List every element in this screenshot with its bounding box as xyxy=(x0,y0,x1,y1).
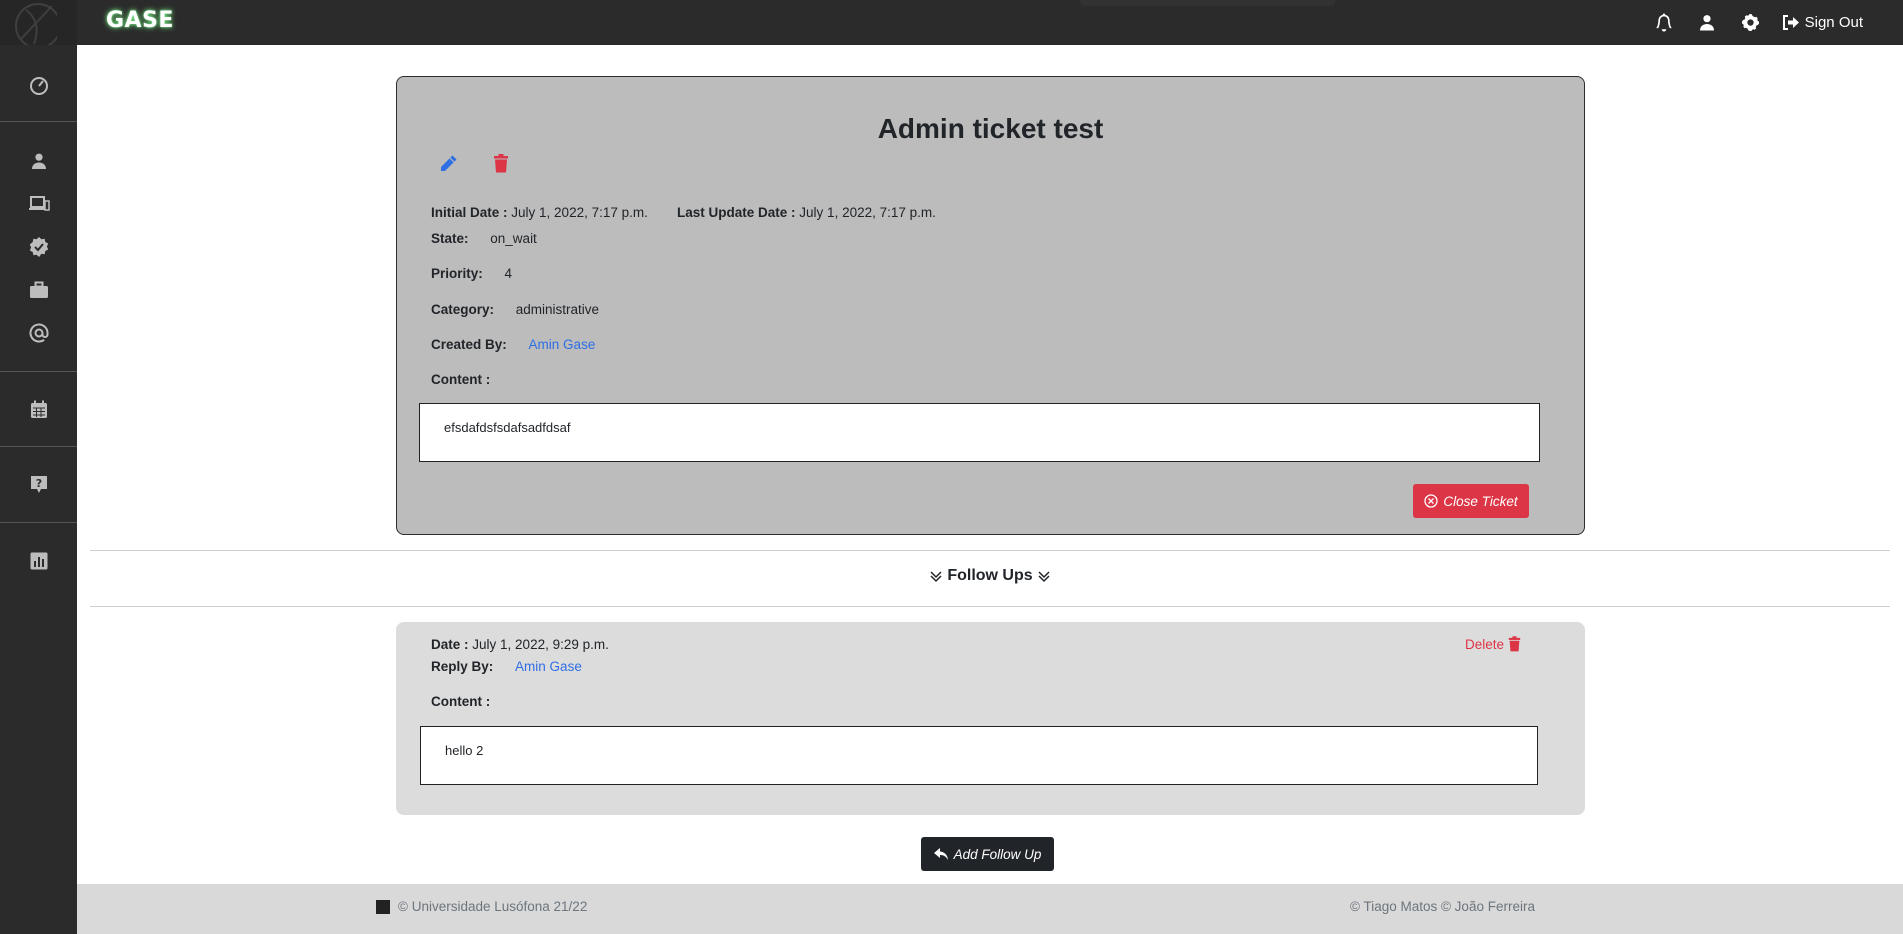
profile-button[interactable] xyxy=(1686,0,1729,45)
sidebar: ? xyxy=(0,45,77,934)
state-value: on_wait xyxy=(490,231,537,246)
trash-icon xyxy=(494,154,508,173)
sidebar-item-calendar[interactable] xyxy=(0,391,77,427)
sidebar-divider xyxy=(0,121,77,122)
footer-copyright: © Universidade Lusófona 21/22 xyxy=(398,899,588,914)
followup-content-box: hello 2 xyxy=(420,726,1538,785)
sign-out-button[interactable]: Sign Out xyxy=(1772,0,1903,45)
badge-check-icon xyxy=(29,237,48,257)
ticket-content-text: efsdafdsfsdafsadfdsaf xyxy=(444,420,571,435)
logo-corner[interactable] xyxy=(0,0,77,45)
followups-heading: Follow Ups xyxy=(0,567,1903,585)
reply-icon xyxy=(933,848,948,860)
followup-card: Date : July 1, 2022, 9:29 p.m. Reply By:… xyxy=(396,622,1585,815)
header-actions: Sign Out xyxy=(1643,0,1903,45)
close-ticket-button[interactable]: Close Ticket xyxy=(1413,484,1529,518)
initial-date-label: Initial Date : xyxy=(431,205,508,220)
followup-content-label: Content : xyxy=(431,694,491,709)
category-value: administrative xyxy=(515,302,600,317)
sign-out-icon xyxy=(1782,15,1799,30)
ticket-content-box: efsdafdsfsdafsadfdsaf xyxy=(419,403,1540,462)
chevron-double-down-icon xyxy=(1038,571,1050,583)
footer-left: © Universidade Lusófona 21/22 xyxy=(376,899,587,914)
footer-authors: © Tiago Matos © João Ferreira xyxy=(1350,899,1535,914)
priority-label: Priority: xyxy=(431,266,483,281)
sidebar-item-help[interactable]: ? xyxy=(0,467,77,503)
state-field: State: on_wait xyxy=(431,231,537,246)
sign-out-label: Sign Out xyxy=(1804,14,1863,31)
bell-icon xyxy=(1656,13,1672,32)
ticket-card: Admin ticket test Initial Date : July 1,… xyxy=(396,76,1585,535)
sidebar-item-devices[interactable] xyxy=(0,186,77,222)
chevron-double-down-icon xyxy=(930,571,942,583)
university-logo-icon xyxy=(376,899,390,914)
state-label: State: xyxy=(431,231,469,246)
sidebar-item-dashboard[interactable] xyxy=(0,67,77,103)
user-icon xyxy=(1700,15,1715,31)
followup-date-value: July 1, 2022, 9:29 p.m. xyxy=(472,637,609,652)
x-circle-icon xyxy=(1424,494,1439,508)
category-field: Category: administrative xyxy=(431,302,599,317)
initial-date-value: July 1, 2022, 7:17 p.m. xyxy=(511,205,648,220)
reply-by-link[interactable]: Amin Gase xyxy=(515,659,582,674)
delete-followup-label: Delete xyxy=(1465,636,1505,652)
priority-field: Priority: 4 xyxy=(431,266,512,281)
trash-icon xyxy=(1508,636,1521,652)
close-ticket-label: Close Ticket xyxy=(1443,493,1518,509)
divider xyxy=(90,606,1890,607)
sidebar-divider xyxy=(0,522,77,523)
content-field: Content : xyxy=(431,372,490,387)
sidebar-divider xyxy=(0,446,77,447)
followup-reply-by: Reply By: Amin Gase xyxy=(431,659,582,674)
sidebar-item-verified[interactable] xyxy=(0,229,77,265)
at-icon xyxy=(29,323,48,343)
followup-date: Date : July 1, 2022, 9:29 p.m. xyxy=(431,637,609,652)
top-navbar: GASE Sign Out xyxy=(0,0,1903,45)
top-center-tab xyxy=(1080,0,1335,6)
footer: © Universidade Lusófona 21/22 © Tiago Ma… xyxy=(77,884,1903,934)
delete-followup-button[interactable]: Delete xyxy=(1465,636,1521,652)
content-label: Content : xyxy=(431,372,491,387)
laptop-icon xyxy=(28,196,50,211)
logo-icon xyxy=(15,3,57,45)
add-followup-label: Add Follow Up xyxy=(953,846,1042,862)
notifications-button[interactable] xyxy=(1643,0,1686,45)
add-followup-button[interactable]: Add Follow Up xyxy=(921,837,1054,871)
divider xyxy=(90,550,1890,551)
followup-date-label: Date : xyxy=(431,637,469,652)
priority-value: 4 xyxy=(504,266,513,281)
sidebar-divider xyxy=(0,371,77,372)
followup-content-text: hello 2 xyxy=(445,743,484,758)
edit-ticket-button[interactable] xyxy=(438,154,462,178)
ticket-title: Admin ticket test xyxy=(877,113,1104,144)
speedometer-icon xyxy=(29,77,48,95)
created-by-link[interactable]: Amin Gase xyxy=(529,337,596,352)
delete-ticket-button[interactable] xyxy=(493,154,517,178)
settings-button[interactable] xyxy=(1729,0,1772,45)
last-update-date: Last Update Date : July 1, 2022, 7:17 p.… xyxy=(677,205,936,220)
svg-text:?: ? xyxy=(35,477,41,490)
user-icon xyxy=(31,153,46,169)
sidebar-item-services[interactable] xyxy=(0,272,77,308)
brand-title[interactable]: GASE xyxy=(106,8,174,33)
followups-title: Follow Ups xyxy=(947,567,1033,584)
initial-date: Initial Date : July 1, 2022, 7:17 p.m. xyxy=(431,205,648,220)
sidebar-item-users[interactable] xyxy=(0,143,77,179)
calendar-icon xyxy=(30,400,47,418)
last-update-value: July 1, 2022, 7:17 p.m. xyxy=(799,205,936,220)
created-by-field: Created By: Amin Gase xyxy=(431,337,595,352)
briefcase-icon xyxy=(29,281,48,298)
category-label: Category: xyxy=(431,302,495,317)
sidebar-item-emails[interactable] xyxy=(0,315,77,351)
followup-content-field: Content : xyxy=(431,694,490,709)
pencil-icon xyxy=(441,155,457,171)
created-by-label: Created By: xyxy=(431,337,507,352)
question-icon: ? xyxy=(30,476,47,493)
gear-icon xyxy=(1741,14,1759,31)
last-update-label: Last Update Date : xyxy=(677,205,796,220)
reply-by-label: Reply By: xyxy=(431,659,494,674)
